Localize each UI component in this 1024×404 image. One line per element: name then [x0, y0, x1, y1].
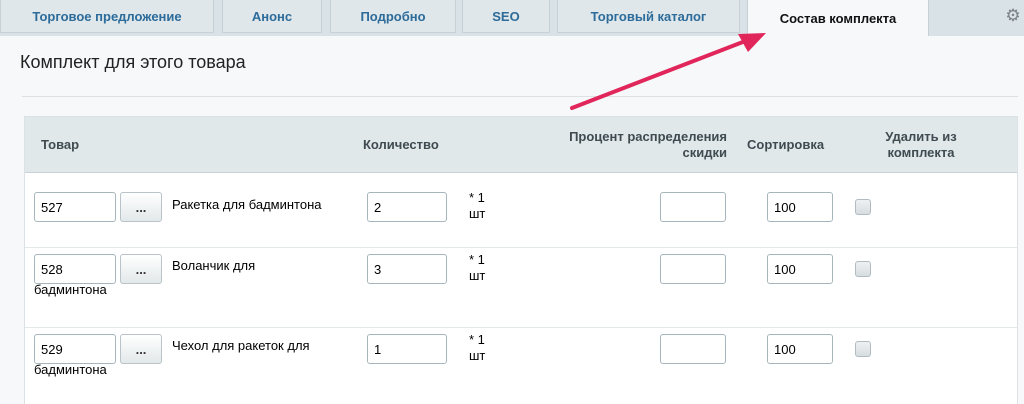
sort-input[interactable]: 100: [767, 334, 833, 364]
quantity-input[interactable]: 3: [367, 254, 447, 284]
tab-label: Торговый каталог: [590, 8, 707, 24]
tab-label: SEO: [492, 8, 520, 24]
tab-content: Комплект для этого товара Товар Количест…: [0, 36, 1024, 404]
header-remove: Удалить из комплекта: [885, 129, 957, 160]
sort-input[interactable]: 100: [767, 192, 833, 222]
unit-label: * 1 шт: [469, 252, 486, 283]
tab-trade-catalog[interactable]: Торговый каталог: [557, 0, 740, 33]
sort-input[interactable]: 100: [767, 254, 833, 284]
table-header: Товар Количество Процент распределения с…: [25, 117, 1017, 173]
remove-checkbox[interactable]: [855, 199, 871, 215]
browse-product-button[interactable]: ...: [120, 334, 162, 364]
set-items-table: Товар Количество Процент распределения с…: [24, 116, 1018, 404]
header-quantity: Количество: [363, 137, 439, 152]
product-name-cont: бадминтона: [34, 362, 107, 377]
discount-percent-input[interactable]: [660, 192, 726, 222]
header-sort: Сортировка: [747, 137, 825, 152]
quantity-input[interactable]: 2: [367, 192, 447, 222]
quantity-input[interactable]: 1: [367, 334, 447, 364]
product-name: Воланчик для: [172, 258, 256, 273]
tab-label: Торговое предложение: [32, 8, 182, 24]
header-product: Товар: [41, 137, 80, 152]
product-id-input[interactable]: 527: [34, 192, 116, 222]
browse-product-button[interactable]: ...: [120, 192, 162, 222]
tab-bar: Торговое предложение Анонс Подробно SEO …: [0, 0, 1024, 36]
discount-percent-input[interactable]: [660, 334, 726, 364]
table-row: 529 ... Чехол для ракеток для бадминтона…: [25, 332, 1017, 404]
product-name: Чехол для ракеток для: [172, 338, 310, 353]
table-row: 527 ... Ракетка для бадминтона 2 * 1 шт …: [25, 174, 1017, 248]
table-row: 528 ... Воланчик для бадминтона 3 * 1 шт…: [25, 252, 1017, 328]
tab-seo[interactable]: SEO: [462, 0, 550, 33]
tab-trade-offer[interactable]: Торговое предложение: [0, 0, 214, 33]
product-name-cont: бадминтона: [34, 282, 107, 297]
product-name: Ракетка для бадминтона: [172, 197, 322, 212]
tab-announce[interactable]: Анонс: [222, 0, 322, 33]
remove-checkbox[interactable]: [855, 341, 871, 357]
tab-label: Подробно: [360, 8, 426, 24]
unit-label: * 1 шт: [469, 332, 486, 363]
tab-details[interactable]: Подробно: [330, 0, 456, 33]
header-discount: Процент распределения скидки: [569, 129, 727, 160]
tab-label: Анонс: [251, 8, 293, 24]
tab-set-composition[interactable]: Состав комплекта: [747, 0, 929, 36]
unit-label: * 1 шт: [469, 190, 486, 221]
discount-percent-input[interactable]: [660, 254, 726, 284]
browse-product-button[interactable]: ...: [120, 254, 162, 284]
remove-checkbox[interactable]: [855, 261, 871, 277]
page-title: Комплект для этого товара: [20, 52, 246, 72]
divider: [22, 96, 1018, 97]
tab-label: Состав комплекта: [779, 10, 897, 26]
gear-icon[interactable]: ⚙: [1003, 6, 1023, 26]
